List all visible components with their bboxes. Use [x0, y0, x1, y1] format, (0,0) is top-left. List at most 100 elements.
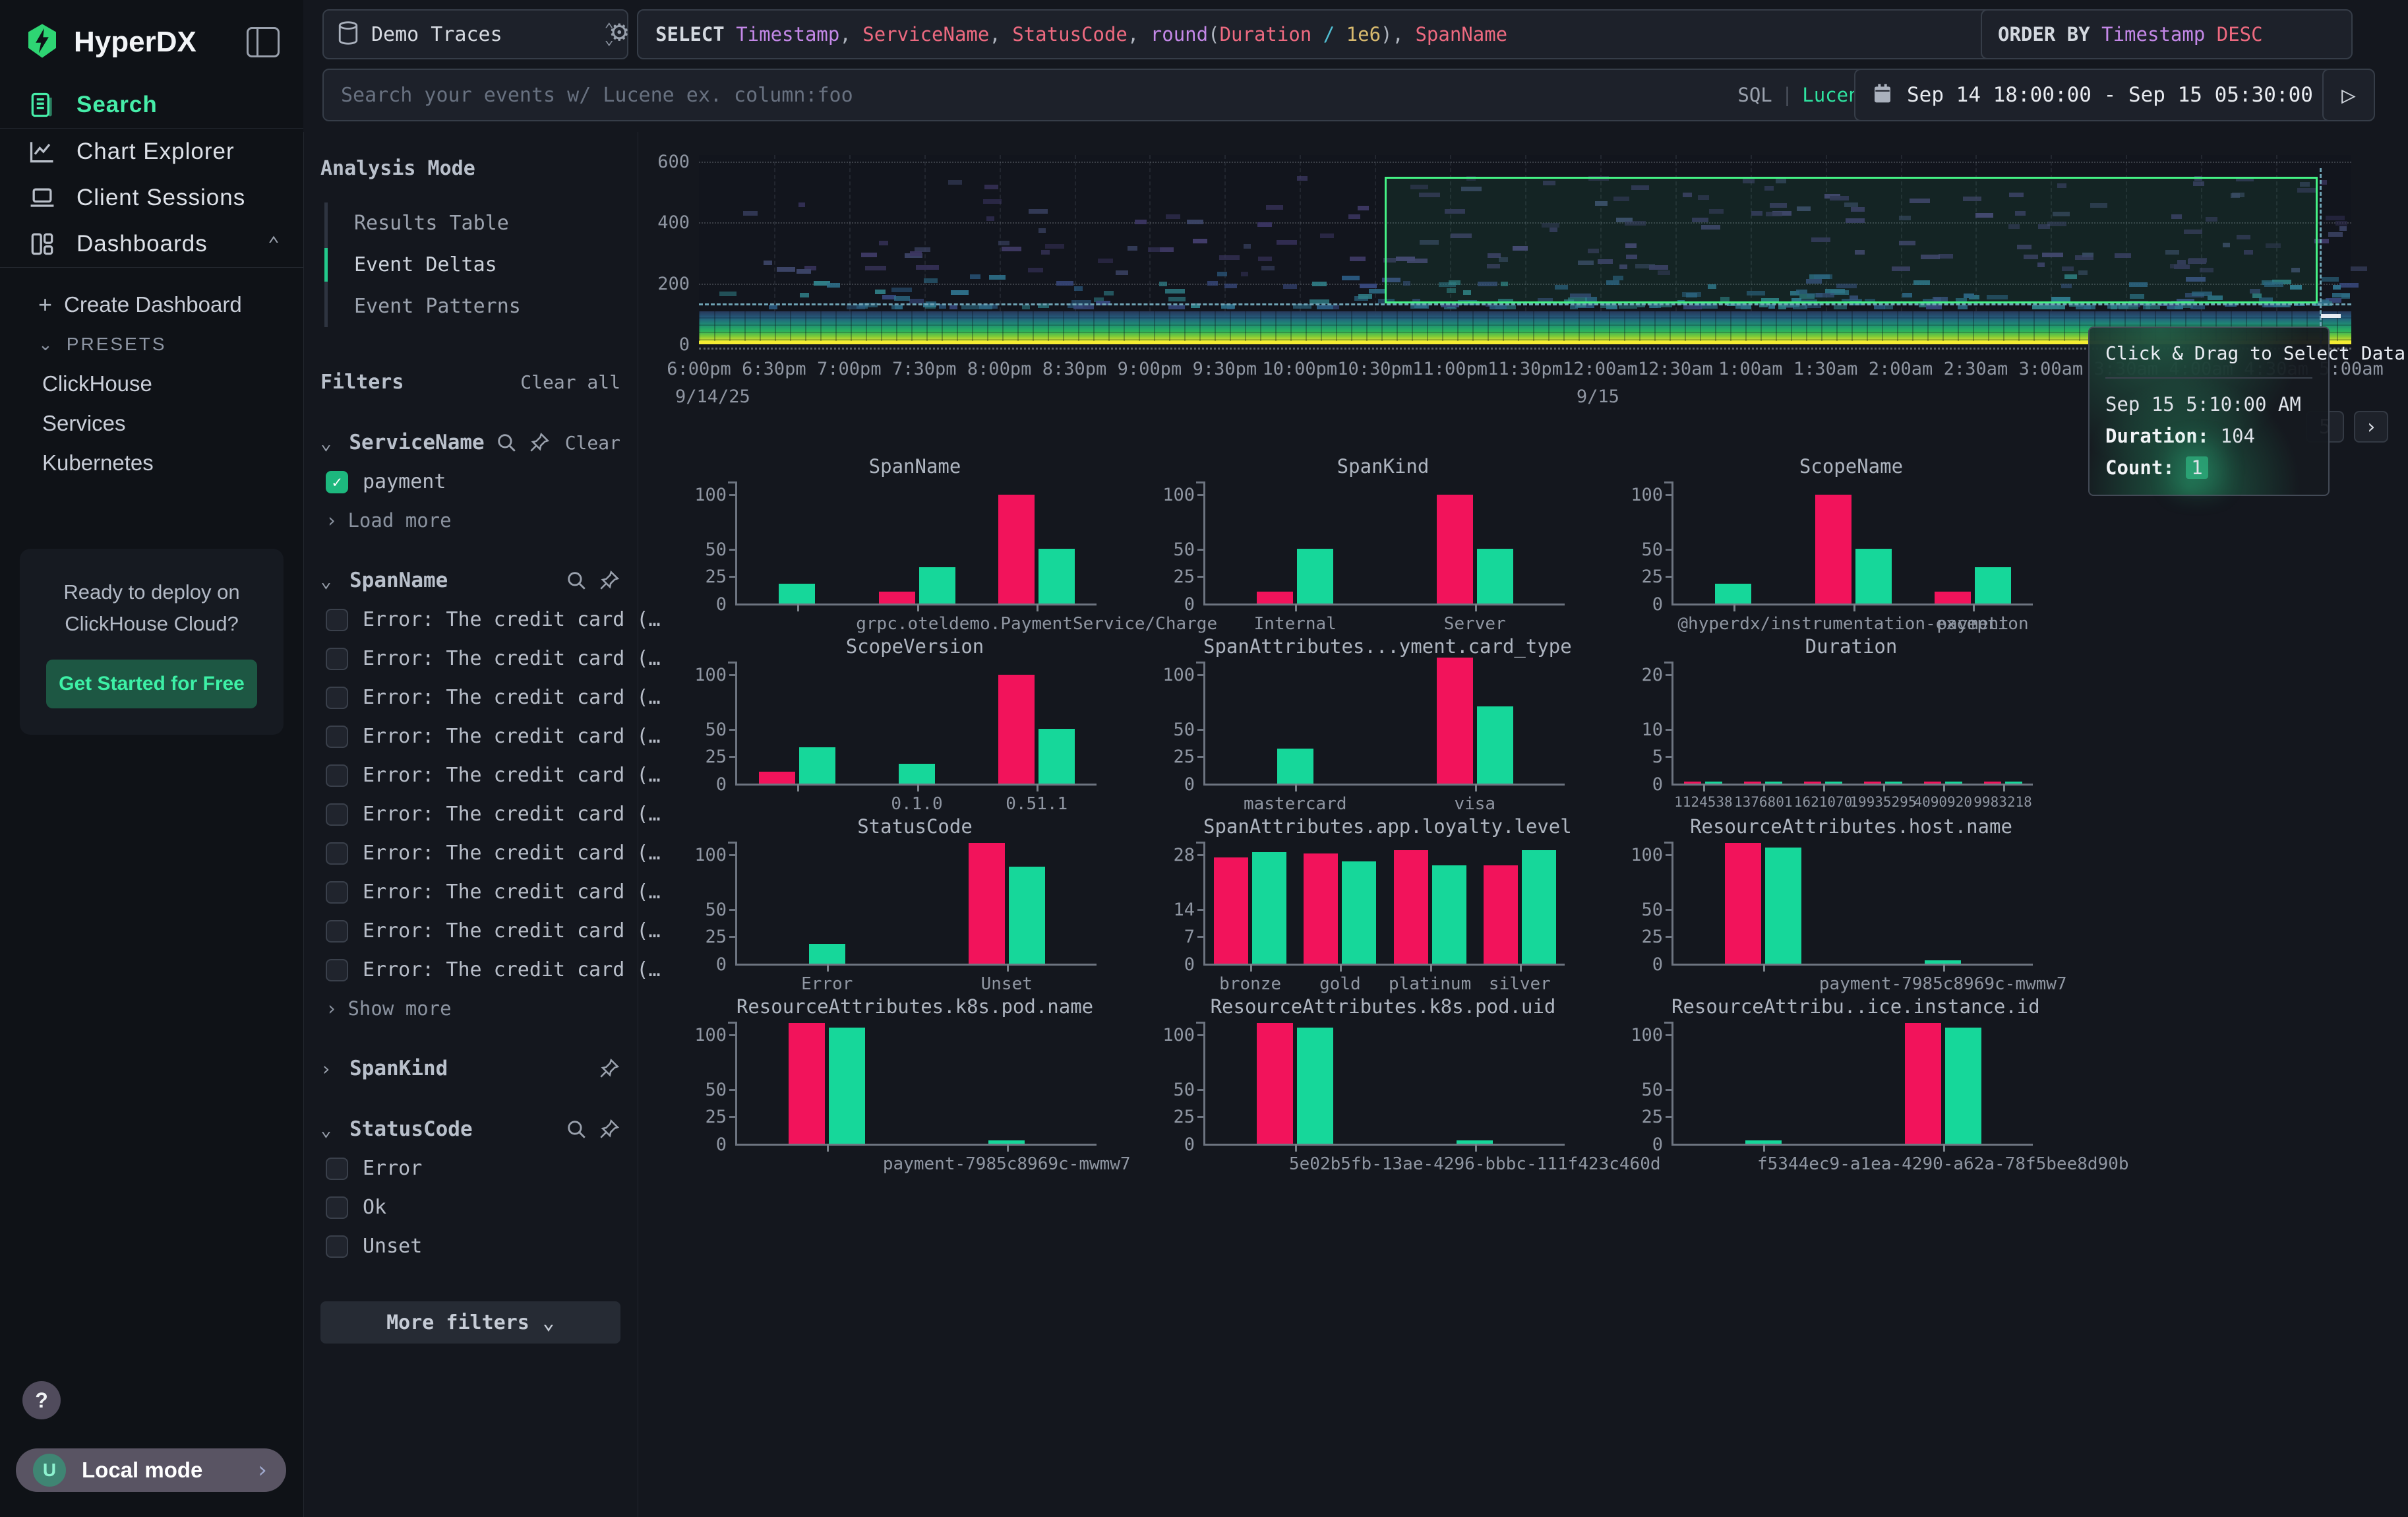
- outer-bar[interactable]: [1975, 567, 2011, 604]
- outer-bar[interactable]: [1825, 782, 1842, 784]
- inner-bar[interactable]: [1725, 843, 1761, 964]
- outer-bar[interactable]: [1885, 782, 1902, 784]
- analysis-mode-results-table[interactable]: Results Table: [328, 202, 620, 244]
- load-more-button[interactable]: ›Load more: [320, 509, 620, 532]
- duration-heatmap[interactable]: [699, 155, 2351, 344]
- filter-option[interactable]: Error: The credit card (…: [320, 764, 620, 787]
- chart-plot[interactable]: mastercardvisa: [1203, 662, 1565, 786]
- chevron-right-icon[interactable]: ›: [320, 1058, 339, 1080]
- outer-bar[interactable]: [1477, 706, 1513, 784]
- inner-bar[interactable]: [789, 1023, 825, 1144]
- get-started-button[interactable]: Get Started for Free: [46, 660, 257, 708]
- filter-option[interactable]: Error: The credit card (…: [320, 686, 620, 709]
- chart-plot[interactable]: 0.1.00.51.1: [735, 662, 1097, 786]
- outer-bar[interactable]: [1477, 549, 1513, 604]
- source-selector[interactable]: Demo Traces ⌃⌄: [322, 9, 628, 59]
- inner-bar[interactable]: [1864, 782, 1881, 784]
- inner-bar[interactable]: [1257, 592, 1293, 604]
- sql-mode-toggle[interactable]: SQL: [1737, 84, 1772, 106]
- checkbox-icon[interactable]: [326, 1235, 348, 1258]
- filter-option[interactable]: Error: The credit card (…: [320, 803, 620, 826]
- chevron-down-icon[interactable]: ⌄: [320, 570, 339, 592]
- checkbox-icon[interactable]: [326, 842, 348, 865]
- gear-icon[interactable]: ⚙: [611, 15, 628, 48]
- chart-plot[interactable]: grpc.oteldemo.PaymentService/Charge: [735, 481, 1097, 605]
- checkbox-checked-icon[interactable]: ✓: [326, 471, 348, 493]
- chart-plot[interactable]: f5344ec9-a1ea-4290-a62a-78f5bee8d90b: [1671, 1022, 2033, 1146]
- checkbox-icon[interactable]: [326, 1196, 348, 1219]
- analysis-mode-event-patterns[interactable]: Event Patterns: [328, 286, 620, 327]
- filter-group-title[interactable]: StatusCode: [349, 1117, 555, 1141]
- filter-option[interactable]: Ok: [320, 1196, 620, 1219]
- local-mode-menu[interactable]: U Local mode ›: [16, 1448, 286, 1492]
- inner-bar[interactable]: [1935, 592, 1971, 604]
- outer-bar[interactable]: [1009, 867, 1045, 964]
- checkbox-icon[interactable]: [326, 1158, 348, 1180]
- order-by-input[interactable]: ORDER BY Timestamp DESC: [1981, 9, 2353, 59]
- chart-plot[interactable]: bronzegoldplatinumsilver: [1203, 842, 1565, 966]
- sidebar-item-dashboards[interactable]: Dashboards⌃: [0, 221, 303, 267]
- outer-bar[interactable]: [1038, 729, 1075, 784]
- outer-bar[interactable]: [1342, 861, 1376, 964]
- filter-option[interactable]: Error: The credit card (…: [320, 958, 620, 981]
- pin-icon[interactable]: [598, 569, 620, 592]
- search-input[interactable]: Search your events w/ Lucene ex. column:…: [322, 69, 1890, 121]
- clear-filter-button[interactable]: Clear: [565, 432, 620, 454]
- inner-bar[interactable]: [1304, 853, 1338, 964]
- outer-bar[interactable]: [1277, 749, 1313, 784]
- filter-group-title[interactable]: ServiceName: [349, 431, 484, 454]
- chart-plot[interactable]: @hyperdx/instrumentation-exceptionpaymen…: [1671, 481, 2033, 605]
- chevron-down-icon[interactable]: ⌄: [320, 432, 338, 454]
- next-page-button[interactable]: ›: [2354, 411, 2388, 443]
- outer-bar[interactable]: [809, 944, 845, 964]
- inner-bar[interactable]: [1684, 782, 1701, 784]
- outer-bar[interactable]: [1715, 584, 1751, 604]
- inner-bar[interactable]: [1815, 495, 1851, 604]
- inner-bar[interactable]: [1437, 495, 1473, 604]
- filter-option[interactable]: Error: The credit card (…: [320, 842, 620, 865]
- filter-option[interactable]: Error: The credit card (…: [320, 725, 620, 748]
- inner-bar[interactable]: [998, 495, 1035, 604]
- clear-all-button[interactable]: Clear all: [520, 371, 620, 393]
- inner-bar[interactable]: [1257, 1023, 1293, 1144]
- sidebar-item-presets[interactable]: ⌄PRESETS: [0, 325, 303, 364]
- outer-bar[interactable]: [1432, 865, 1466, 964]
- chart-plot[interactable]: ErrorUnset: [735, 842, 1097, 966]
- pin-icon[interactable]: [598, 1057, 620, 1080]
- inner-bar[interactable]: [1744, 782, 1761, 784]
- outer-bar[interactable]: [1297, 549, 1333, 604]
- inner-bar[interactable]: [1984, 782, 2001, 784]
- pin-icon[interactable]: [528, 431, 551, 454]
- filter-option[interactable]: Error: The credit card (…: [320, 647, 620, 670]
- outer-bar[interactable]: [1855, 549, 1892, 604]
- checkbox-icon[interactable]: [326, 648, 348, 670]
- show-more-button[interactable]: ›Show more: [320, 997, 620, 1020]
- filter-option[interactable]: Error: The credit card (…: [320, 881, 620, 904]
- sidebar-item-services[interactable]: Services: [0, 404, 303, 443]
- outer-bar[interactable]: [1945, 782, 1962, 784]
- outer-bar[interactable]: [1252, 852, 1286, 964]
- outer-bar[interactable]: [829, 1028, 865, 1144]
- filter-group-title[interactable]: SpanName: [349, 569, 555, 592]
- chart-plot[interactable]: payment-7985c8969c-mwmw7: [735, 1022, 1097, 1146]
- checkbox-icon[interactable]: [326, 959, 348, 981]
- outer-bar[interactable]: [1297, 1028, 1333, 1144]
- sidebar-item-create-dashboard[interactable]: +Create Dashboard: [0, 285, 303, 325]
- filter-option[interactable]: Error: [320, 1157, 620, 1180]
- search-icon[interactable]: [495, 431, 518, 454]
- sidebar-item-kubernetes[interactable]: Kubernetes: [0, 443, 303, 483]
- inner-bar[interactable]: [969, 843, 1005, 964]
- filter-option[interactable]: Unset: [320, 1235, 620, 1258]
- chart-plot[interactable]: payment-7985c8969c-mwmw7: [1671, 842, 2033, 966]
- outer-bar[interactable]: [799, 747, 835, 784]
- heatmap-selection-box[interactable]: [1385, 177, 2318, 303]
- checkbox-icon[interactable]: [326, 881, 348, 904]
- outer-bar[interactable]: [1945, 1028, 1981, 1144]
- inner-bar[interactable]: [1214, 857, 1248, 964]
- checkbox-icon[interactable]: [326, 764, 348, 787]
- outer-bar[interactable]: [1038, 549, 1075, 604]
- search-icon[interactable]: [565, 569, 587, 592]
- outer-bar[interactable]: [1522, 850, 1556, 964]
- select-query-input[interactable]: SELECT Timestamp, ServiceName, StatusCod…: [637, 9, 2002, 59]
- inner-bar[interactable]: [1394, 850, 1428, 964]
